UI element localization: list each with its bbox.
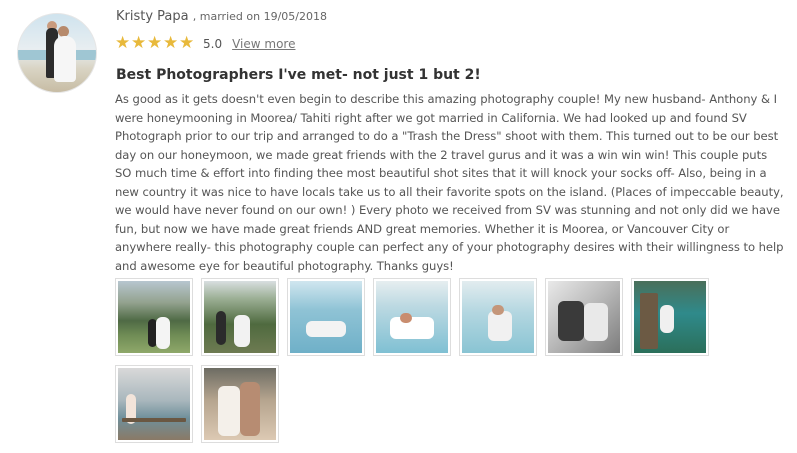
rating-row: ★ ★ ★ ★ ★ 5.0 View more — [115, 33, 295, 53]
rating-stars: ★ ★ ★ ★ ★ — [115, 33, 195, 53]
gallery-photo[interactable] — [373, 278, 451, 356]
star-icon: ★ — [115, 33, 131, 53]
photo-couple-embrace — [462, 281, 534, 353]
gallery-photo[interactable] — [115, 278, 193, 356]
photo-couple-dock — [634, 281, 706, 353]
photo-couple-mountain — [118, 281, 190, 353]
review-body: As good as it gets doesn't even begin to… — [115, 92, 784, 273]
photo-couple-pier — [118, 368, 190, 440]
photo-couple-portrait — [204, 368, 276, 440]
gallery-photo[interactable] — [631, 278, 709, 356]
gallery-photo[interactable] — [287, 278, 365, 356]
gallery-photo[interactable] — [459, 278, 537, 356]
reviewer-avatar — [17, 13, 97, 93]
gallery-photo[interactable] — [115, 365, 193, 443]
photo-couple-garden — [204, 281, 276, 353]
gallery-photo[interactable] — [545, 278, 623, 356]
star-icon: ★ — [163, 33, 179, 53]
reviewer-name: Kristy Papa — [116, 9, 189, 24]
gallery-photo[interactable] — [201, 365, 279, 443]
rating-score: 5.0 — [203, 36, 223, 51]
review-title: Best Photographers I've met- not just 1 … — [116, 67, 481, 83]
view-more-link[interactable]: View more — [232, 37, 295, 51]
star-icon: ★ — [131, 33, 147, 53]
gallery-photo[interactable] — [201, 278, 279, 356]
photo-couple-water — [376, 281, 448, 353]
star-icon: ★ — [179, 33, 195, 53]
avatar-bride — [54, 36, 76, 82]
photo-couple-kiss-bw — [548, 281, 620, 353]
star-icon: ★ — [147, 33, 163, 53]
married-date: , married on 19/05/2018 — [192, 10, 327, 23]
reviewer-line: Kristy Papa , married on 19/05/2018 — [116, 9, 327, 24]
photo-couple-lagoon — [290, 281, 362, 353]
